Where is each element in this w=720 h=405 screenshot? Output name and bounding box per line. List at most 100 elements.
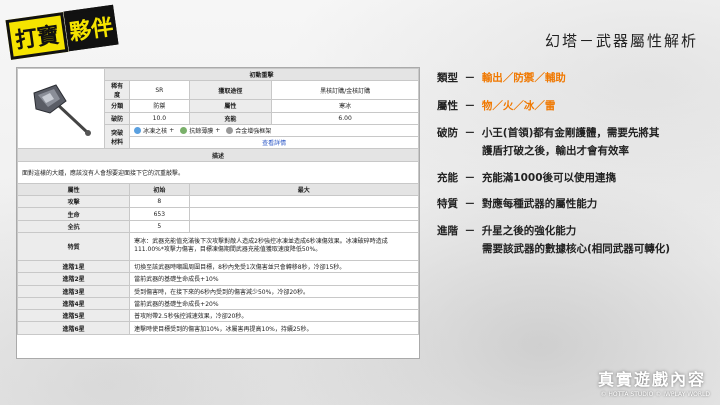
stat-row: 攻擊 8 bbox=[16, 195, 419, 209]
advance-row: 進階2星 當前武器的基礎生命成長+10% bbox=[16, 272, 419, 286]
advance-label: 進階6星 bbox=[16, 321, 131, 335]
material-suffix-1: + bbox=[169, 127, 175, 135]
weapon-table: 初動重擊 稀有度 SR 獲取途徑 黑核訂購/金核訂購 分類 防禦 屬性 寒冰 破… bbox=[16, 67, 419, 335]
info-element-label: 屬性 bbox=[437, 100, 458, 112]
weapon-image-cell bbox=[17, 67, 105, 150]
logo-part-2: 夥伴 bbox=[63, 4, 119, 52]
info-advance-line2: 需要該武器的數據核心(相同武器可轉化) bbox=[482, 243, 671, 255]
advance-text: 普攻附帶2.5秒強控減速效果，冷卻20秒。 bbox=[129, 309, 419, 323]
material-item-1[interactable]: 冰凍之核 + bbox=[134, 126, 174, 135]
advance-row: 進階1星 切換至該武器時嘲諷周圍目標，8秒內免受1次傷害並只會轉移8秒，冷卻15… bbox=[16, 259, 419, 274]
material-suffix-2: + bbox=[215, 127, 221, 135]
element-thunder: 雷 bbox=[544, 100, 556, 112]
advance-text: 受到傷害時，在接下來的6秒內受到的傷害減少50%，冷卻20秒。 bbox=[129, 284, 419, 298]
rarity-label: 稀有度 bbox=[103, 80, 131, 101]
info-type-label: 類型 bbox=[437, 72, 458, 84]
category-label: 分類 bbox=[103, 99, 131, 113]
dash: － bbox=[464, 225, 476, 237]
materials-cell: 冰凍之核 + 抗餘薄膜 + 合金增強框架 bbox=[129, 123, 419, 138]
info-advance-line1: 升星之後的強化能力 bbox=[481, 225, 577, 237]
materials-label: 突破材料 bbox=[103, 123, 131, 150]
advance-row: 進階3星 受到傷害時，在接下來的6秒內受到的傷害減少50%，冷卻20秒。 bbox=[16, 284, 419, 298]
advance-text: 連擊時使目標受到的傷害加10%，冰屬害再提高10%，持續25秒。 bbox=[129, 321, 419, 335]
material-name-3: 合金增強框架 bbox=[235, 128, 272, 136]
stat-name: 攻擊 bbox=[16, 195, 131, 209]
element-value: 寒冰 bbox=[271, 99, 419, 113]
logo: 打寶 夥伴 bbox=[5, 4, 119, 60]
shatter-value: 10.0 bbox=[129, 111, 190, 125]
hammer-icon bbox=[33, 84, 91, 136]
logo-part-1: 打寶 bbox=[5, 12, 69, 60]
advance-label: 進階3星 bbox=[16, 284, 131, 298]
membrane-icon bbox=[180, 127, 188, 135]
material-item-2[interactable]: 抗餘薄膜 + bbox=[180, 126, 220, 135]
type-output: 輸出 bbox=[481, 72, 503, 84]
element-ice: 冰 bbox=[523, 100, 535, 112]
description-text: 面對這樣的大鍾，應該沒有人會想要迎面接下它的沉重敲擊。 bbox=[17, 160, 419, 184]
source-value: 黑核訂購/金核訂購 bbox=[271, 80, 419, 101]
type-support: 輔助 bbox=[544, 72, 566, 84]
stat-max bbox=[188, 195, 419, 209]
weapon-name: 初動重擊 bbox=[104, 67, 419, 82]
type-defense: 防禦 bbox=[513, 72, 535, 84]
copyright: © HOTTA STUDIO © IWPLAY WORLD bbox=[600, 391, 710, 398]
material-name-1: 冰凍之核 bbox=[143, 128, 168, 136]
info-trait-label: 特質 bbox=[437, 198, 458, 210]
trait-label: 特質 bbox=[16, 231, 131, 261]
stats-header-initial: 初始 bbox=[129, 182, 190, 197]
info-shatter-line2: 護盾打破之後，輸出才會有效率 bbox=[482, 145, 629, 157]
category-value: 防禦 bbox=[129, 99, 190, 113]
dash: － bbox=[464, 198, 476, 210]
weapon-table-panel: 初動重擊 稀有度 SR 獲取途徑 黑核訂購/金核訂購 分類 防禦 屬性 寒冰 破… bbox=[16, 67, 420, 359]
info-charge-label: 充能 bbox=[437, 172, 458, 184]
details-link[interactable]: 查看詳情 bbox=[262, 140, 286, 147]
info-trait-text: 對應每種武器的屬性能力 bbox=[481, 198, 598, 210]
advance-label: 進階2星 bbox=[16, 272, 131, 286]
trait-text: 寒冰：武器充能值充滿後下次攻擊對敵人造成2秒強控冰凍並造成6秒凍傷效果。冰凍破碎… bbox=[129, 231, 419, 261]
info-advance-row: 進階 － 升星之後的強化能力 bbox=[437, 223, 576, 238]
material-name-2: 抗餘薄膜 bbox=[189, 128, 214, 136]
info-charge-row: 充能 － 充能滿1000後可以使用連擕 bbox=[437, 170, 616, 185]
page-title: 幻塔－武器屬性解析 bbox=[544, 32, 698, 50]
stat-max bbox=[188, 219, 419, 233]
dash: － bbox=[464, 127, 476, 139]
element-fire: 火 bbox=[502, 100, 514, 112]
advance-label: 進階1星 bbox=[16, 259, 131, 274]
rarity-value: SR bbox=[129, 80, 190, 101]
material-item-3[interactable]: 合金增強框架 bbox=[226, 126, 271, 135]
info-advance-label: 進階 bbox=[437, 225, 458, 237]
source-label: 獲取途徑 bbox=[188, 80, 273, 101]
advance-row: 進階4星 當前武器的基礎生命成長+20% bbox=[16, 296, 419, 311]
info-element-row: 屬性 － 物／火／冰／雷 bbox=[437, 100, 556, 112]
details-cell: 查看詳情 bbox=[129, 136, 419, 150]
description-header: 描述 bbox=[17, 148, 419, 162]
dash: － bbox=[464, 172, 476, 184]
element-label: 屬性 bbox=[188, 99, 273, 113]
watermark: 真實遊戲內容 bbox=[597, 370, 706, 389]
advance-text: 當前武器的基礎生命成長+20% bbox=[129, 296, 419, 311]
stat-name: 全抗 bbox=[16, 219, 131, 233]
advance-row: 進階5星 普攻附帶2.5秒強控減速效果，冷卻20秒。 bbox=[16, 309, 419, 323]
info-shatter-label: 破防 bbox=[437, 127, 458, 139]
stat-max bbox=[188, 207, 419, 221]
weapon-image bbox=[18, 74, 104, 144]
info-shatter-row: 破防 － 小王(首領)都有金剛護體，需要先將其 bbox=[437, 125, 659, 140]
dash: － bbox=[464, 100, 476, 112]
charge-value: 6.00 bbox=[271, 111, 419, 125]
advance-text: 切換至該武器時嘲諷周圍目標，8秒內免受1次傷害並只會轉移8秒，冷卻15秒。 bbox=[129, 259, 419, 274]
stat-row: 生命 653 bbox=[16, 207, 419, 221]
charge-label: 充能 bbox=[188, 111, 273, 125]
stats-header-label: 屬性 bbox=[16, 182, 131, 197]
advance-label: 進階5星 bbox=[16, 309, 131, 323]
info-trait-row: 特質 － 對應每種武器的屬性能力 bbox=[437, 196, 597, 211]
stat-initial: 5 bbox=[129, 219, 190, 233]
ice-core-icon bbox=[134, 127, 142, 135]
advance-label: 進階4星 bbox=[16, 296, 131, 311]
advance-text: 當前武器的基礎生命成長+10% bbox=[129, 272, 419, 286]
stat-row: 全抗 5 bbox=[16, 219, 419, 233]
element-physical: 物 bbox=[481, 100, 493, 112]
info-type-row: 類型 － 輸出／防禦／輔助 bbox=[437, 72, 566, 84]
info-shatter-line1: 小王(首領)都有金剛護體，需要先將其 bbox=[481, 127, 660, 139]
shatter-label: 破防 bbox=[103, 111, 131, 125]
stat-initial: 8 bbox=[129, 195, 190, 209]
